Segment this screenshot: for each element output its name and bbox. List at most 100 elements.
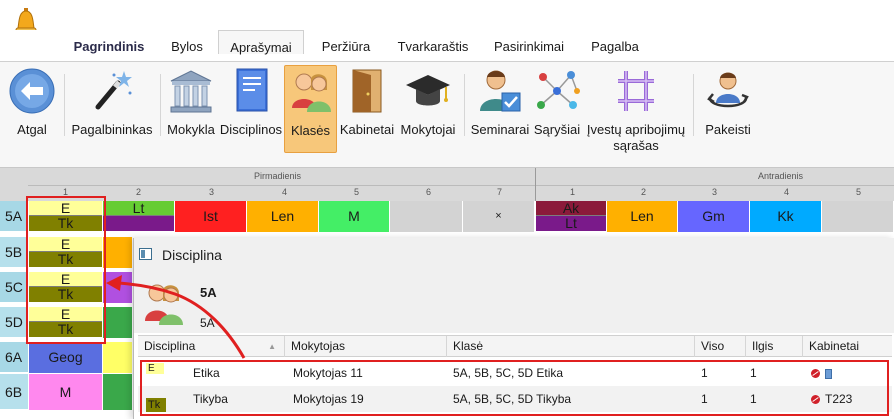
toolbar-separator bbox=[64, 74, 65, 136]
empty-cell[interactable] bbox=[390, 201, 463, 232]
lesson-cell[interactable]: Geog bbox=[29, 342, 103, 373]
empty-cell[interactable] bbox=[822, 201, 894, 232]
relations-label: Sąryšiai bbox=[533, 122, 581, 137]
constraints-list-button[interactable]: Įvestų apribojimų sąrašas bbox=[584, 65, 688, 163]
tab-perziura[interactable]: Peržiūra bbox=[318, 38, 374, 62]
lesson-cell[interactable] bbox=[103, 272, 133, 303]
class-row-label[interactable]: 6A bbox=[0, 342, 28, 373]
class-row-label[interactable]: 5C bbox=[0, 272, 28, 303]
teachers-label: Mokytojai bbox=[400, 122, 456, 137]
lesson-cell[interactable]: M bbox=[29, 374, 103, 410]
lesson-cell[interactable] bbox=[103, 342, 133, 373]
window-titlebar[interactable]: Disciplina bbox=[134, 238, 894, 271]
column-header-length[interactable]: Ilgis bbox=[746, 336, 803, 357]
period-number: 4 bbox=[281, 187, 287, 197]
tab-tvarkarastis[interactable]: Tvarkaraštis bbox=[394, 38, 472, 62]
lesson-cell[interactable]: Ist bbox=[175, 201, 247, 232]
door-icon bbox=[343, 67, 391, 115]
seminars-button[interactable]: Seminarai bbox=[468, 65, 532, 163]
tab-pagalba[interactable]: Pagalba bbox=[589, 38, 641, 62]
lesson-top: Lt bbox=[103, 201, 174, 216]
seminars-label: Seminarai bbox=[470, 122, 530, 137]
lesson-bottom: Lt bbox=[536, 216, 606, 231]
school-button[interactable]: Mokykla bbox=[164, 65, 218, 163]
highlight-rectangle bbox=[26, 196, 106, 344]
constraints-grid-icon bbox=[612, 67, 660, 115]
day-title-monday: Pirmadienis bbox=[254, 171, 302, 181]
school-building-icon bbox=[167, 67, 215, 115]
wizard-button[interactable]: Pagalbininkas bbox=[68, 65, 156, 163]
period-number: 2 bbox=[640, 187, 646, 197]
class-group-icon bbox=[142, 277, 186, 327]
lesson-cell[interactable]: Len bbox=[247, 201, 319, 232]
highlight-rectangle bbox=[140, 360, 889, 416]
column-header-class[interactable]: Klasė bbox=[447, 336, 695, 357]
column-header-discipline[interactable]: Disciplina ▲ bbox=[138, 336, 285, 357]
period-number: 4 bbox=[783, 187, 789, 197]
constraints-label-line2: sąrašas bbox=[613, 138, 659, 153]
tab-pasirinkimai[interactable]: Pasirinkimai bbox=[492, 38, 566, 62]
change-button[interactable]: Pakeisti bbox=[698, 65, 758, 163]
period-number: 1 bbox=[569, 187, 575, 197]
class-row-label[interactable]: 6B bbox=[0, 374, 28, 410]
lesson-cell[interactable]: M bbox=[319, 201, 390, 232]
wizard-label: Pagalbininkas bbox=[71, 122, 153, 137]
class-row-label[interactable]: 5A bbox=[0, 201, 28, 232]
period-number: 7 bbox=[496, 187, 502, 197]
lesson-cell[interactable]: Ak Lt bbox=[536, 201, 607, 232]
back-button[interactable]: Atgal bbox=[4, 65, 60, 163]
swap-person-icon bbox=[704, 67, 752, 115]
rooms-button[interactable]: Kabinetai bbox=[338, 65, 396, 163]
back-arrow-icon bbox=[8, 67, 56, 115]
subject-book-icon bbox=[227, 67, 275, 115]
relations-button[interactable]: Sąryšiai bbox=[532, 65, 582, 163]
class-row-label[interactable]: 5D bbox=[0, 307, 28, 338]
period-number: 6 bbox=[425, 187, 431, 197]
timetable-header: Pirmadienis Antradienis 1 2 3 4 5 6 7 1 … bbox=[0, 168, 894, 201]
constraints-label-line1: Įvestų apribojimų bbox=[586, 122, 686, 137]
period-number: 2 bbox=[135, 187, 141, 197]
lesson-bottom bbox=[103, 216, 174, 231]
period-number: 5 bbox=[855, 187, 861, 197]
lesson-top: Ak bbox=[536, 201, 606, 216]
lesson-cell[interactable] bbox=[103, 307, 133, 338]
column-header-rooms[interactable]: Kabinetai bbox=[803, 336, 892, 357]
sort-arrow-icon: ▲ bbox=[268, 342, 276, 351]
window-title: Disciplina bbox=[162, 247, 222, 263]
discipline-table-header: Disciplina ▲ Mokytojas Klasė Viso Ilgis … bbox=[138, 335, 892, 357]
column-header-teacher[interactable]: Mokytojas bbox=[285, 336, 447, 357]
class-info-panel: 5A 5A bbox=[134, 271, 894, 333]
change-label: Pakeisti bbox=[705, 122, 751, 137]
lesson-cell[interactable]: Kk bbox=[750, 201, 822, 232]
classes-label: Klasės bbox=[290, 123, 331, 138]
ribbon-tab-bar: Pagrindinis Bylos Aprašymai Peržiūra Tva… bbox=[0, 30, 894, 62]
rooms-label: Kabinetai bbox=[339, 122, 395, 137]
class-short-name: 5A bbox=[200, 316, 215, 330]
relations-network-icon bbox=[533, 67, 581, 115]
magic-wand-icon bbox=[88, 67, 136, 115]
subjects-label: Disciplinos bbox=[219, 122, 283, 137]
lesson-cell[interactable]: Len bbox=[607, 201, 678, 232]
tab-aprasymai[interactable]: Aprašymai bbox=[218, 30, 304, 55]
header-divider bbox=[28, 185, 894, 186]
ribbon-toolbar: Atgal Pagalbininkas Mokykla Disciplinos … bbox=[0, 61, 894, 168]
lesson-cell[interactable] bbox=[103, 237, 133, 268]
lesson-cell[interactable]: Lt bbox=[103, 201, 175, 232]
toolbar-separator bbox=[693, 74, 694, 136]
period-number: 3 bbox=[208, 187, 214, 197]
tab-bylos[interactable]: Bylos bbox=[168, 38, 206, 62]
subjects-button[interactable]: Disciplinos bbox=[219, 65, 283, 163]
lesson-cell[interactable] bbox=[103, 374, 133, 410]
column-header-total[interactable]: Viso bbox=[695, 336, 746, 357]
class-group-icon bbox=[287, 68, 335, 116]
tab-pagrindinis[interactable]: Pagrindinis bbox=[72, 38, 146, 62]
blocked-cell[interactable]: × bbox=[463, 201, 535, 232]
toolbar-separator bbox=[160, 74, 161, 136]
teachers-button[interactable]: Mokytojai bbox=[397, 65, 459, 163]
period-number: 3 bbox=[711, 187, 717, 197]
lesson-cell[interactable]: Gm bbox=[678, 201, 750, 232]
classes-button[interactable]: Klasės bbox=[284, 65, 337, 153]
class-row-label[interactable]: 5B bbox=[0, 237, 28, 268]
class-name: 5A bbox=[200, 285, 217, 300]
graduation-cap-icon bbox=[404, 67, 452, 115]
